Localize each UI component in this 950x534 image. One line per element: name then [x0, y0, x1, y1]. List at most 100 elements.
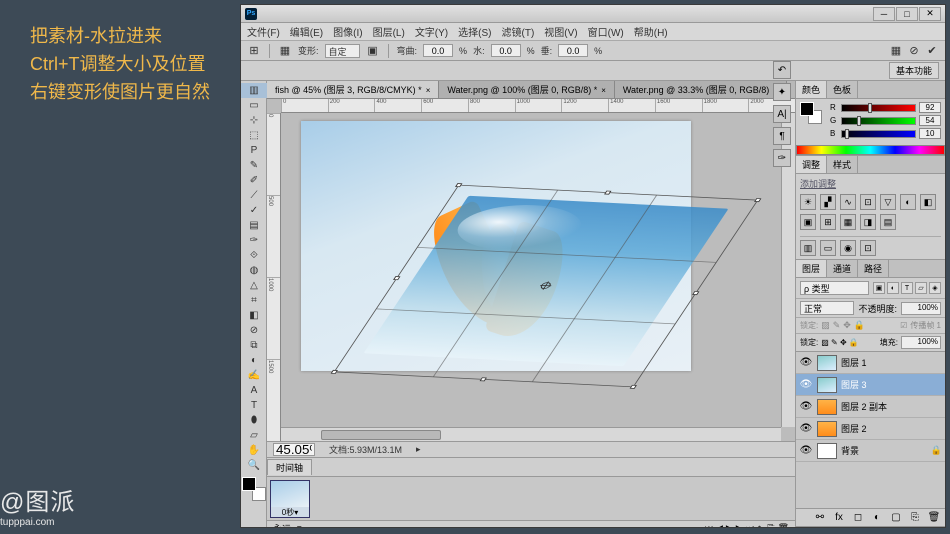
new-frame-icon[interactable]: ⎘ — [767, 523, 774, 527]
v-input[interactable] — [558, 44, 588, 57]
tool-button[interactable]: ⬚ — [241, 128, 267, 143]
add-adjustment-link[interactable]: 添加调整 — [800, 177, 941, 190]
transform-handle[interactable] — [692, 291, 700, 295]
color-swatches[interactable] — [242, 477, 266, 501]
layer-name[interactable]: 图层 3 — [841, 378, 867, 391]
posterize-icon[interactable]: ▤ — [880, 214, 896, 230]
threshold-icon[interactable]: ▥ — [800, 240, 816, 256]
scrollbar-horizontal[interactable] — [281, 427, 781, 441]
layer-thumbnail[interactable] — [817, 421, 837, 437]
tool-button[interactable]: ⊘ — [241, 323, 267, 338]
color-ramp[interactable] — [796, 145, 945, 155]
visibility-icon[interactable]: 👁 — [799, 401, 813, 412]
panel-tab[interactable]: 图层 — [796, 260, 827, 277]
new-layer-icon[interactable]: ⎘ — [908, 511, 922, 525]
menu-item[interactable]: 编辑(E) — [290, 24, 323, 39]
menu-item[interactable]: 视图(V) — [544, 24, 577, 39]
selective-color-icon[interactable]: ◉ — [840, 240, 856, 256]
color-value-input[interactable] — [919, 128, 941, 139]
properties-icon[interactable]: ✦ — [773, 83, 791, 101]
prev-frame-icon[interactable]: ◀ — [716, 523, 723, 527]
document-tab[interactable]: fish @ 45% (图层 3, RGB/8/CMYK) *× — [267, 81, 439, 98]
filter-adjust-icon[interactable]: ◐ — [887, 282, 899, 294]
layer-row[interactable]: 👁 图层 2 副本 — [796, 396, 945, 418]
tool-button[interactable]: ⧉ — [241, 338, 267, 353]
tool-button[interactable]: ◍ — [241, 263, 267, 278]
layer-thumbnail[interactable] — [817, 443, 837, 459]
tool-button[interactable]: ✐ — [241, 173, 267, 188]
canvas-area[interactable]: 0200400600800100012001400160018002000 05… — [267, 99, 795, 441]
tool-button[interactable]: ✎ — [241, 158, 267, 173]
cancel-transform-icon[interactable]: ⊘ — [907, 44, 921, 58]
layer-thumbnail[interactable] — [817, 399, 837, 415]
transform-handle[interactable] — [630, 385, 638, 389]
fill-input[interactable]: 100% — [901, 336, 941, 349]
filter-smart-icon[interactable]: ◈ — [929, 282, 941, 294]
transform-handle[interactable] — [331, 370, 339, 374]
lock-all-icon[interactable]: 🔒 — [854, 320, 865, 331]
tool-button[interactable]: A — [241, 383, 267, 398]
color-lookup-icon[interactable]: ▦ — [840, 214, 856, 230]
filter-shape-icon[interactable]: ▱ — [915, 282, 927, 294]
toggle-warp-icon[interactable]: ▦ — [889, 44, 903, 58]
invert-icon[interactable]: ◨ — [860, 214, 876, 230]
close-tab-icon[interactable]: × — [426, 86, 431, 95]
layer-name[interactable]: 图层 1 — [841, 356, 867, 369]
blend-mode-select[interactable]: 正常 — [800, 301, 854, 315]
tool-button[interactable]: P — [241, 143, 267, 158]
curve-input[interactable] — [423, 44, 453, 57]
menu-item[interactable]: 帮助(H) — [634, 24, 668, 39]
layer-row[interactable]: 👁 图层 1 — [796, 352, 945, 374]
warp-mode-icon[interactable]: ▦ — [278, 44, 292, 58]
close-button[interactable]: ✕ — [919, 7, 941, 21]
tool-button[interactable]: T — [241, 398, 267, 413]
opacity-input[interactable]: 100% — [901, 302, 941, 315]
transform-handle[interactable] — [480, 377, 488, 381]
panel-tab[interactable]: 通道 — [827, 260, 858, 277]
gradient-map-icon[interactable]: ▭ — [820, 240, 836, 256]
delete-frame-icon[interactable]: 🗑 — [778, 523, 789, 527]
tool-button[interactable]: ✓ — [241, 203, 267, 218]
transform-handle[interactable] — [393, 276, 401, 280]
visibility-icon[interactable]: 👁 — [799, 423, 813, 434]
menu-item[interactable]: 滤镜(T) — [502, 24, 535, 39]
color-slider[interactable] — [841, 104, 916, 112]
menu-item[interactable]: 图像(I) — [333, 24, 362, 39]
commit-transform-icon[interactable]: ✔ — [925, 44, 939, 58]
last-frame-icon[interactable]: ⏭ — [746, 523, 754, 527]
artboard[interactable] — [301, 121, 691, 371]
h-input[interactable] — [491, 44, 521, 57]
tool-button[interactable]: ⊹ — [241, 113, 267, 128]
close-tab-icon[interactable]: × — [601, 86, 606, 95]
layer-mask-icon[interactable]: ◻ — [851, 511, 865, 525]
bw-icon[interactable]: ◧ — [920, 194, 936, 210]
menu-item[interactable]: 文件(F) — [247, 24, 280, 39]
channel-mixer-icon[interactable]: ⊞ — [820, 214, 836, 230]
first-frame-icon[interactable]: ⏮ — [705, 523, 713, 527]
panel-tab[interactable]: 路径 — [858, 260, 889, 277]
tool-button[interactable]: ▱ — [241, 428, 267, 443]
tool-button[interactable]: ⬮ — [241, 413, 267, 428]
link-layers-icon[interactable]: ⚯ — [813, 511, 827, 525]
transform-handle[interactable] — [604, 191, 612, 195]
layer-name[interactable]: 图层 2 — [841, 422, 867, 435]
tool-button[interactable]: ✑ — [241, 233, 267, 248]
exposure-icon[interactable]: ⊡ — [860, 194, 876, 210]
transform-handle[interactable] — [754, 198, 762, 202]
levels-icon[interactable]: ▞ — [820, 194, 836, 210]
curves-icon[interactable]: ∿ — [840, 194, 856, 210]
visibility-icon[interactable]: 👁 — [799, 379, 813, 390]
adjustment-layer-icon[interactable]: ◐ — [870, 511, 884, 525]
more-icon[interactable]: ⊡ — [860, 240, 876, 256]
layer-name[interactable]: 背景 — [841, 444, 859, 457]
menu-item[interactable]: 窗口(W) — [588, 24, 624, 39]
layer-name[interactable]: 图层 2 副本 — [841, 400, 887, 413]
document-tab[interactable]: Water.png @ 100% (图层 0, RGB/8) *× — [439, 81, 615, 98]
transform-handle[interactable] — [455, 183, 463, 187]
lock-position-icon[interactable]: ✥ — [843, 320, 851, 331]
paragraph-icon[interactable]: ¶ — [773, 127, 791, 145]
brightness-icon[interactable]: ☀ — [800, 194, 816, 210]
lock-image-icon[interactable]: ✎ — [833, 320, 841, 331]
current-tool-icon[interactable]: ⊞ — [247, 44, 261, 58]
visibility-icon[interactable]: 👁 — [799, 357, 813, 368]
